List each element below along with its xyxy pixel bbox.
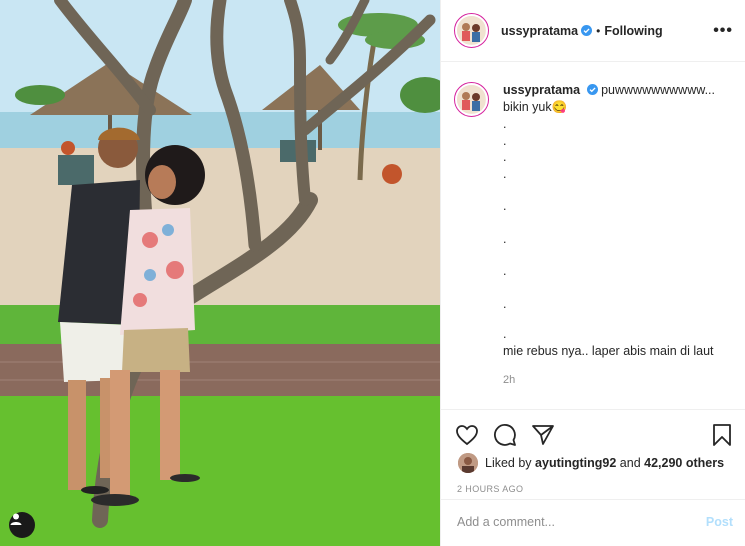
likes-prefix: Liked by: [485, 456, 532, 470]
comment-icon: [494, 424, 516, 446]
post-date[interactable]: 2 HOURS AGO: [441, 484, 745, 494]
caption-dot: .: [503, 133, 507, 148]
caption-avatar[interactable]: [454, 82, 489, 117]
caption-dot: .: [503, 166, 507, 181]
avatar-image: [457, 16, 485, 44]
photo-image: [0, 0, 440, 546]
caption-timestamp[interactable]: 2h: [503, 372, 715, 389]
caption-dot: .: [503, 296, 507, 311]
heart-icon: [456, 425, 478, 446]
likes-and: and: [619, 456, 641, 470]
caption-text-line-1: puwwwwwwwwww...: [601, 83, 715, 97]
liker-avatar[interactable]: [458, 453, 478, 473]
caption-dot: .: [503, 117, 507, 131]
like-button[interactable]: [455, 424, 479, 446]
user-tag-button[interactable]: [9, 512, 35, 538]
caption-dot: .: [503, 264, 507, 278]
post-details-panel: ussypratama • Following ••• ussypratama …: [440, 0, 745, 546]
share-button[interactable]: [531, 424, 555, 446]
share-icon: [532, 425, 554, 445]
post-actions: Liked by ayutingting92 and 42,290 others…: [441, 409, 745, 544]
comment-button[interactable]: [493, 423, 517, 447]
liker-avatar-image: [458, 453, 478, 473]
caption-dots: . . . . . . . . .: [503, 116, 715, 343]
bookmark-icon: [713, 424, 731, 446]
likes-count[interactable]: 42,290 others: [644, 456, 724, 470]
header-separator: •: [596, 23, 601, 38]
verified-badge-icon: [581, 25, 593, 36]
comments-section: ussypratama puwwwwwwwwww... bikin yuk😋 .…: [454, 82, 733, 402]
caption-text-last-line: mie rebus nya.. laper abis main di laut: [503, 343, 714, 358]
caption-dot: .: [503, 231, 507, 246]
comment-input[interactable]: [457, 515, 706, 529]
more-options-button[interactable]: •••: [713, 22, 733, 38]
following-button[interactable]: Following: [604, 24, 662, 38]
add-comment-bar: Post: [441, 499, 745, 544]
verified-badge-icon: [586, 84, 598, 95]
caption-text-line-2: bikin yuk😋: [503, 100, 568, 114]
caption-body: ussypratama puwwwwwwwwww... bikin yuk😋 .…: [503, 82, 715, 389]
user-tag-icon: [10, 513, 22, 525]
action-icons-row: [441, 410, 745, 450]
post-header: ussypratama • Following •••: [441, 0, 745, 62]
avatar-image: [457, 85, 485, 113]
author-avatar[interactable]: [454, 13, 489, 48]
caption: ussypratama puwwwwwwwwww... bikin yuk😋 .…: [454, 82, 733, 389]
post-photo[interactable]: [0, 0, 440, 546]
caption-dot: .: [503, 199, 507, 213]
author-username[interactable]: ussypratama: [501, 24, 578, 38]
caption-dot: .: [503, 150, 507, 164]
likes-summary: Liked by ayutingting92 and 42,290 others: [441, 453, 745, 473]
caption-dot: .: [503, 327, 507, 341]
liker-username[interactable]: ayutingting92: [535, 456, 616, 470]
save-button[interactable]: [712, 423, 732, 447]
caption-username[interactable]: ussypratama: [503, 83, 580, 97]
post-comment-button[interactable]: Post: [706, 515, 733, 529]
